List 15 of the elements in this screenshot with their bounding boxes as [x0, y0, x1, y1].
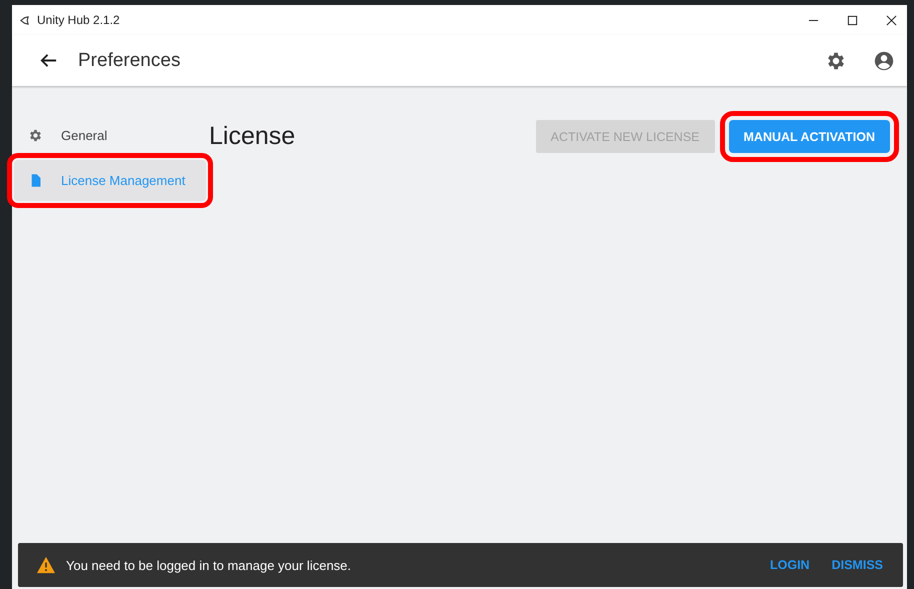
maximize-icon[interactable] — [847, 14, 858, 26]
page-title: Preferences — [78, 50, 180, 72]
sidebar-item[interactable]: License Management — [14, 160, 206, 201]
gear-icon — [28, 128, 43, 143]
app-logo-icon — [20, 16, 29, 24]
window-title: Unity Hub 2.1.2 — [37, 13, 120, 27]
warning-icon — [36, 556, 56, 574]
activation-button[interactable]: MANUAL ACTIVATION — [728, 120, 890, 153]
close-icon[interactable] — [886, 14, 897, 26]
account-icon[interactable] — [873, 50, 895, 72]
snackbar-action[interactable]: DISMISS — [832, 558, 883, 572]
snackbar-message: You need to be logged in to manage your license. — [66, 558, 352, 572]
snackbar-action[interactable]: LOGIN — [770, 558, 810, 572]
section-title: License — [209, 122, 296, 151]
sidebar-item[interactable]: General — [14, 115, 206, 156]
